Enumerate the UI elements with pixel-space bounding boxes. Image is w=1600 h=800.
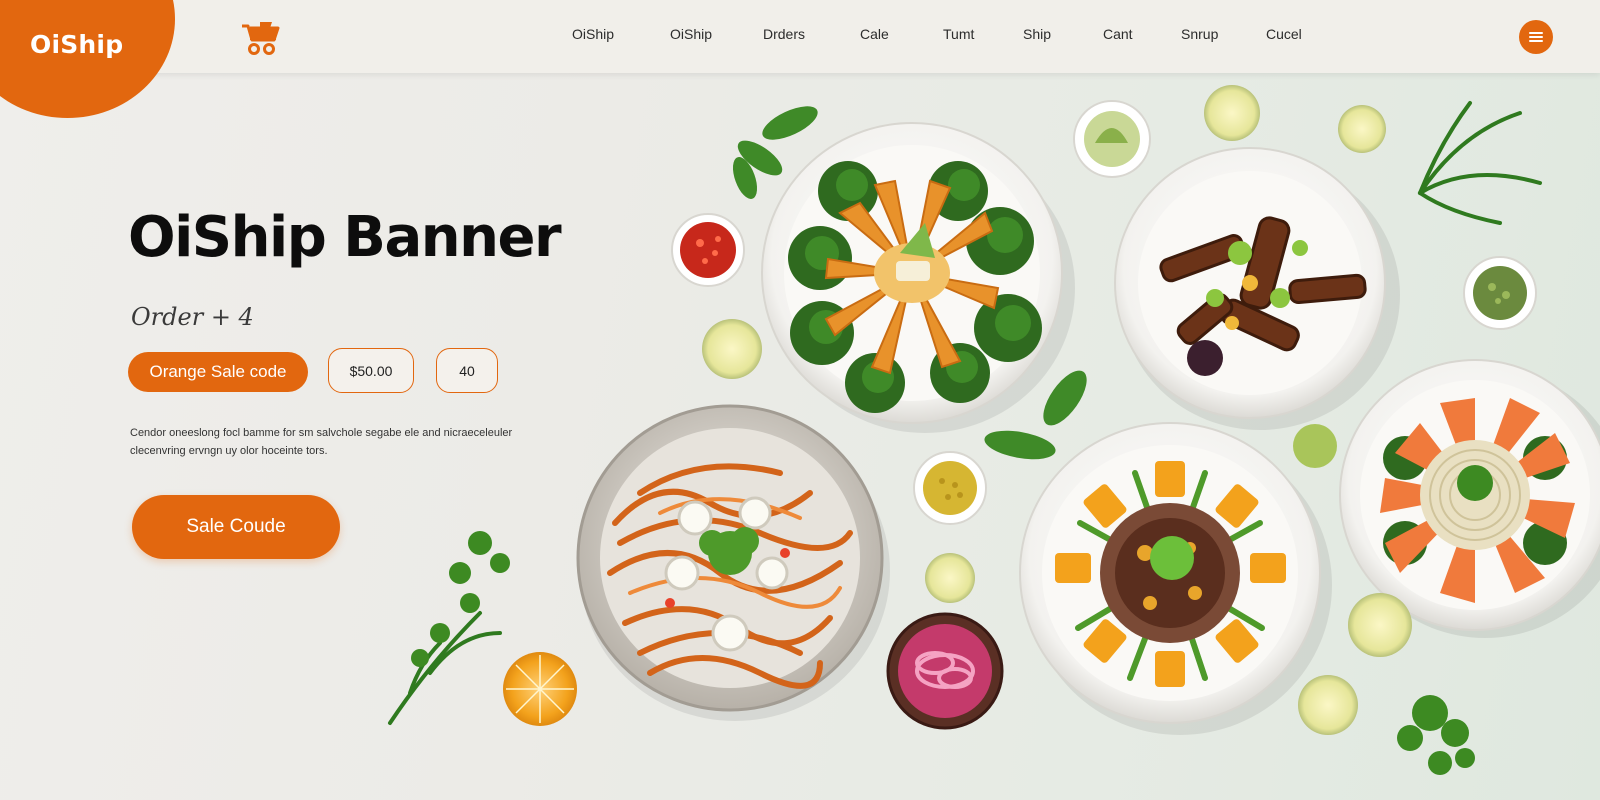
nav-item-cale[interactable]: Cale: [860, 26, 889, 42]
price-chip[interactable]: $50.00: [328, 348, 414, 393]
nav-item-cant[interactable]: Cant: [1103, 26, 1133, 42]
nav-item-ship[interactable]: Ship: [1023, 26, 1051, 42]
nav-item-cucel[interactable]: Cucel: [1266, 26, 1302, 42]
nav-item-oiship-1[interactable]: OiShip: [572, 26, 614, 42]
description-text: Cendor oneeslong focl bamme for sm salvc…: [130, 427, 513, 457]
orange-sale-code-button[interactable]: Orange Sale code: [128, 352, 308, 392]
cart-icon[interactable]: [238, 18, 282, 58]
sale-code-button[interactable]: Sale Coude: [132, 495, 340, 559]
logo-badge[interactable]: [0, 0, 175, 118]
nav-item-orders[interactable]: Drders: [763, 26, 805, 42]
logo-text[interactable]: OiShip: [30, 30, 123, 59]
menu-icon[interactable]: [1519, 20, 1553, 54]
nav-item-snrup[interactable]: Snrup: [1181, 26, 1218, 42]
nav-item-tumt[interactable]: Tumt: [943, 26, 974, 42]
nav-item-oiship-2[interactable]: OiShip: [670, 26, 712, 42]
count-chip[interactable]: 40: [436, 348, 498, 393]
page-title: OiShip Banner: [128, 205, 562, 270]
subtitle: Order + 4: [131, 303, 254, 331]
